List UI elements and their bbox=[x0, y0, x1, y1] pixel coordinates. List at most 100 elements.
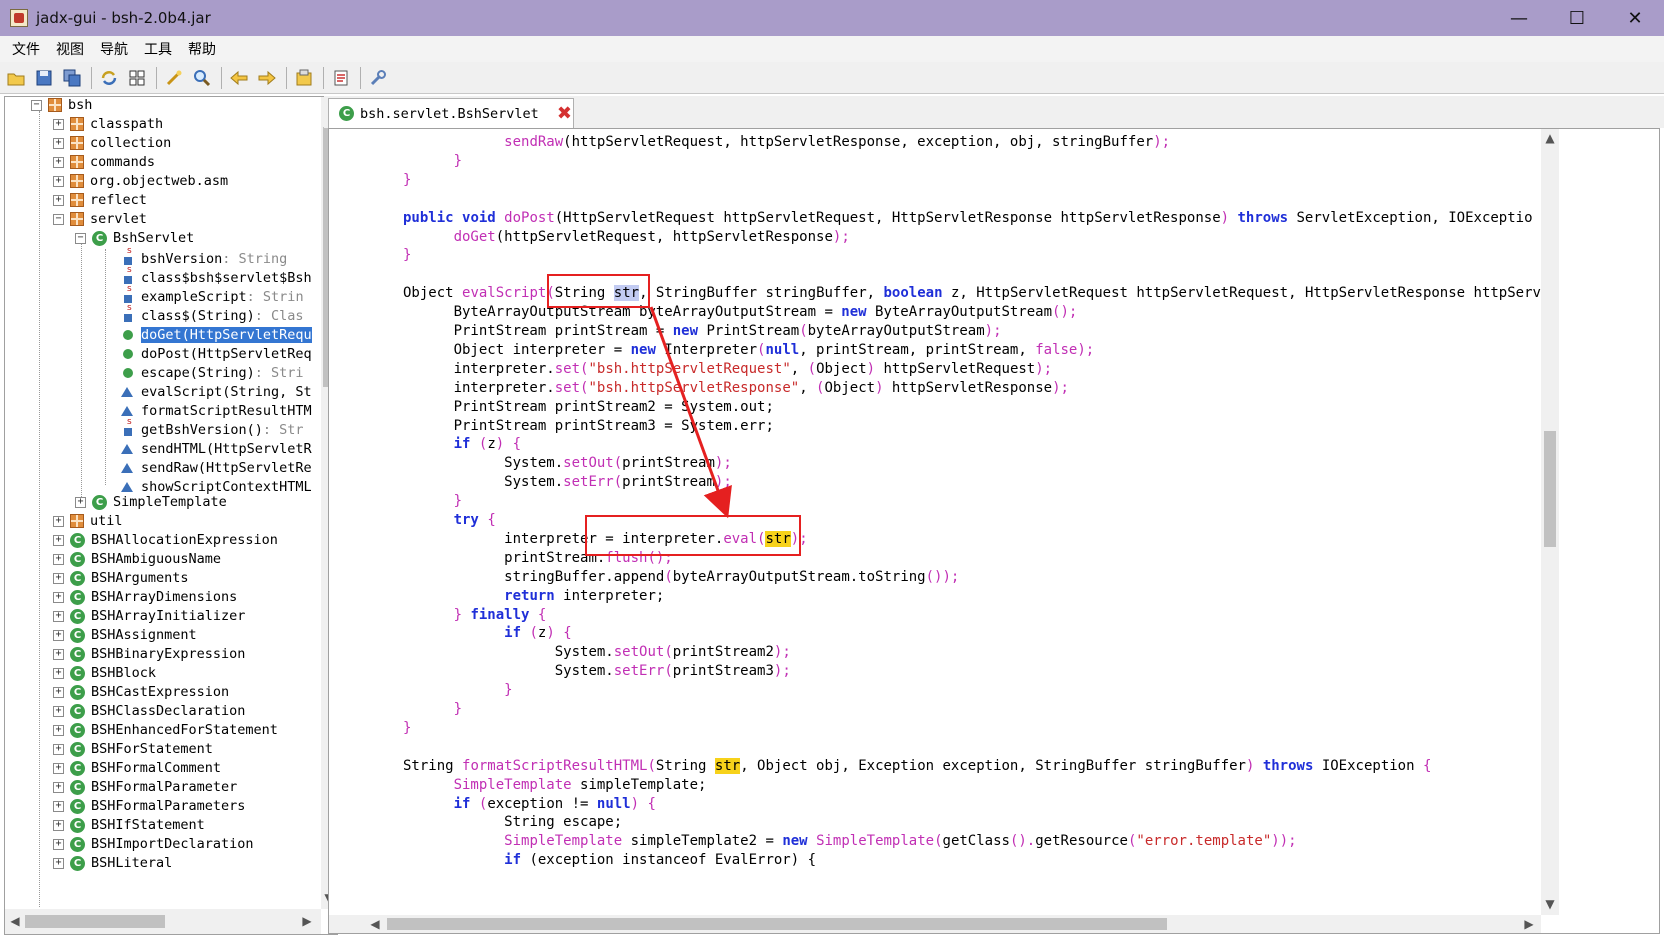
tree-row-org-objectweb-asm[interactable]: + org.objectweb.asm bbox=[53, 171, 228, 191]
tree-row-class[interactable]: + C BSHBlock bbox=[53, 663, 156, 683]
scroll-right-icon[interactable]: ▶ bbox=[299, 914, 315, 928]
project-tree[interactable]: − bsh + classpath + collection + command… bbox=[5, 97, 321, 907]
expand-icon[interactable]: + bbox=[53, 648, 64, 660]
expand-icon[interactable]: + bbox=[53, 156, 64, 168]
scroll-thumb[interactable] bbox=[387, 918, 1167, 930]
tab-bshservlet[interactable]: C bsh.servlet.BshServlet ✖ bbox=[328, 98, 574, 128]
flatten-icon[interactable] bbox=[125, 66, 149, 90]
expand-icon[interactable]: + bbox=[53, 705, 64, 717]
save-all-icon[interactable] bbox=[60, 66, 84, 90]
tree-row-member[interactable]: class$bsh$servlet$Bsh bbox=[121, 265, 312, 288]
tree-row-classpath[interactable]: + classpath bbox=[53, 114, 163, 134]
scroll-left-icon[interactable]: ◀ bbox=[367, 917, 383, 931]
expand-icon[interactable]: + bbox=[53, 743, 64, 755]
preferences-icon[interactable] bbox=[366, 66, 390, 90]
maximize-button[interactable]: ☐ bbox=[1548, 0, 1606, 36]
expand-icon[interactable]: + bbox=[53, 629, 64, 641]
scroll-right-icon[interactable]: ▶ bbox=[1521, 917, 1537, 931]
expand-icon[interactable]: + bbox=[53, 118, 64, 130]
tree-row-member[interactable]: exampleScript : Strin bbox=[121, 284, 304, 307]
tree-row-member[interactable]: getBshVersion() : Str bbox=[121, 417, 304, 440]
save-icon[interactable] bbox=[32, 66, 56, 90]
tree-row-class[interactable]: + C BSHAmbiguousName bbox=[53, 549, 221, 569]
menu-help[interactable]: 帮助 bbox=[180, 39, 224, 59]
expand-icon[interactable]: + bbox=[53, 534, 64, 546]
menu-tools[interactable]: 工具 bbox=[136, 39, 180, 59]
code-editor[interactable]: sendRaw(httpServletRequest, httpServletR… bbox=[328, 128, 1660, 934]
find-class-icon[interactable] bbox=[292, 66, 316, 90]
back-icon[interactable] bbox=[227, 66, 251, 90]
close-tab-icon[interactable]: ✖ bbox=[557, 103, 572, 124]
expand-icon[interactable]: + bbox=[75, 496, 86, 508]
scroll-left-icon[interactable]: ◀ bbox=[7, 914, 23, 928]
tree-row-bsh[interactable]: − bsh bbox=[31, 97, 92, 115]
tree-row-servlet[interactable]: − servlet bbox=[53, 209, 147, 229]
expand-icon[interactable]: + bbox=[53, 686, 64, 698]
tree-row-class[interactable]: + C BSHAllocationExpression bbox=[53, 530, 278, 550]
scroll-thumb[interactable] bbox=[25, 915, 165, 928]
expand-icon[interactable]: + bbox=[53, 553, 64, 565]
expand-icon[interactable]: + bbox=[53, 572, 64, 584]
tree-row-member[interactable]: evalScript(String, St bbox=[121, 382, 312, 402]
expand-icon[interactable]: + bbox=[53, 175, 64, 187]
expand-icon[interactable]: + bbox=[53, 762, 64, 774]
expand-icon[interactable]: + bbox=[53, 819, 64, 831]
tree-row-commands[interactable]: + commands bbox=[53, 152, 155, 172]
expand-icon[interactable]: + bbox=[53, 137, 64, 149]
tree-row-member[interactable]: bshVersion : String bbox=[121, 246, 287, 269]
tree-row-member[interactable]: formatScriptResultHTM bbox=[121, 401, 312, 421]
forward-icon[interactable] bbox=[255, 66, 279, 90]
editor-horizontal-scrollbar[interactable]: ◀ ▶ bbox=[329, 915, 1541, 933]
menu-navigate[interactable]: 导航 bbox=[92, 39, 136, 59]
tree-row-class[interactable]: + C BSHFormalParameter bbox=[53, 777, 237, 797]
tree-row-member[interactable]: doGet(HttpServletRequ bbox=[121, 325, 312, 345]
menu-view[interactable]: 视图 bbox=[48, 39, 92, 59]
collapse-icon[interactable]: − bbox=[31, 99, 42, 111]
open-file-icon[interactable] bbox=[4, 66, 28, 90]
tree-row-class[interactable]: + C BSHAssignment bbox=[53, 625, 197, 645]
tree-row-class[interactable]: + C BSHArguments bbox=[53, 568, 189, 588]
expand-icon[interactable]: + bbox=[53, 800, 64, 812]
expand-icon[interactable]: + bbox=[53, 724, 64, 736]
search-icon[interactable] bbox=[190, 66, 214, 90]
log-icon[interactable] bbox=[329, 66, 353, 90]
close-button[interactable]: ✕ bbox=[1606, 0, 1664, 36]
menu-file[interactable]: 文件 bbox=[4, 39, 48, 59]
tree-row-class[interactable]: + C BSHForStatement bbox=[53, 739, 213, 759]
tree-row-member[interactable]: sendHTML(HttpServletR bbox=[121, 439, 312, 459]
tree-row-bshservlet[interactable]: − C BshServlet bbox=[75, 228, 194, 248]
tree-row-collection[interactable]: + collection bbox=[53, 133, 171, 153]
sync-icon[interactable] bbox=[97, 66, 121, 90]
expand-icon[interactable]: + bbox=[53, 838, 64, 850]
tree-row-util[interactable]: + util bbox=[53, 511, 123, 531]
tree-row-class[interactable]: + C BSHCastExpression bbox=[53, 682, 229, 702]
scroll-down-icon[interactable]: ▼ bbox=[1542, 897, 1558, 911]
tree-row-member[interactable]: class$(String) : Clas bbox=[121, 303, 304, 326]
tree-row-class[interactable]: + C BSHBinaryExpression bbox=[53, 644, 245, 664]
scroll-up-icon[interactable]: ▲ bbox=[1542, 131, 1558, 145]
expand-icon[interactable]: + bbox=[53, 591, 64, 603]
collapse-icon[interactable]: − bbox=[53, 213, 64, 225]
tree-row-member[interactable]: escape(String) : Stri bbox=[121, 363, 304, 383]
tree-row-class[interactable]: + C BSHClassDeclaration bbox=[53, 701, 245, 721]
tree-row-member[interactable]: sendRaw(HttpServletRe bbox=[121, 458, 312, 478]
scroll-thumb[interactable] bbox=[1544, 431, 1556, 547]
tree-row-class[interactable]: + C BSHEnhancedForStatement bbox=[53, 720, 278, 740]
tree-row-class[interactable]: + C BSHIfStatement bbox=[53, 815, 205, 835]
editor-vertical-scrollbar[interactable]: ▲ ▼ bbox=[1541, 129, 1559, 915]
tree-row-class[interactable]: + C BSHArrayDimensions bbox=[53, 587, 237, 607]
minimize-button[interactable]: — bbox=[1490, 0, 1548, 36]
expand-icon[interactable]: + bbox=[53, 667, 64, 679]
tree-row-class[interactable]: + C BSHFormalComment bbox=[53, 758, 221, 778]
expand-icon[interactable]: + bbox=[53, 515, 64, 527]
expand-icon[interactable]: + bbox=[53, 781, 64, 793]
tree-row-class[interactable]: + C BSHArrayInitializer bbox=[53, 606, 245, 626]
tree-row-reflect[interactable]: + reflect bbox=[53, 190, 147, 210]
tree-horizontal-scrollbar[interactable]: ◀ ▶ bbox=[5, 909, 321, 934]
decompile-icon[interactable] bbox=[162, 66, 186, 90]
expand-icon[interactable]: + bbox=[53, 194, 64, 206]
tree-row-class[interactable]: + C BSHFormalParameters bbox=[53, 796, 245, 816]
tree-row-class[interactable]: + C BSHLiteral bbox=[53, 853, 172, 873]
tree-row-class[interactable]: + C BSHImportDeclaration bbox=[53, 834, 254, 854]
collapse-icon[interactable]: − bbox=[75, 232, 86, 244]
